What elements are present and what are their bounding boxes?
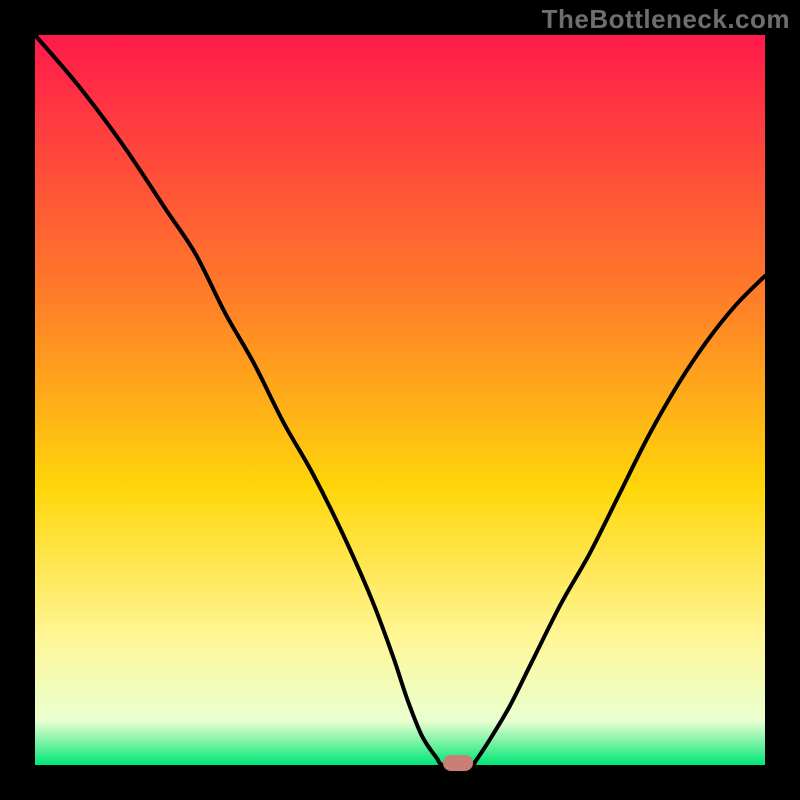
chart-frame: TheBottleneck.com (0, 0, 800, 800)
gradient-background (35, 35, 765, 765)
watermark-text: TheBottleneck.com (542, 4, 790, 35)
optimum-marker (443, 755, 473, 771)
bottleneck-chart (35, 35, 765, 765)
